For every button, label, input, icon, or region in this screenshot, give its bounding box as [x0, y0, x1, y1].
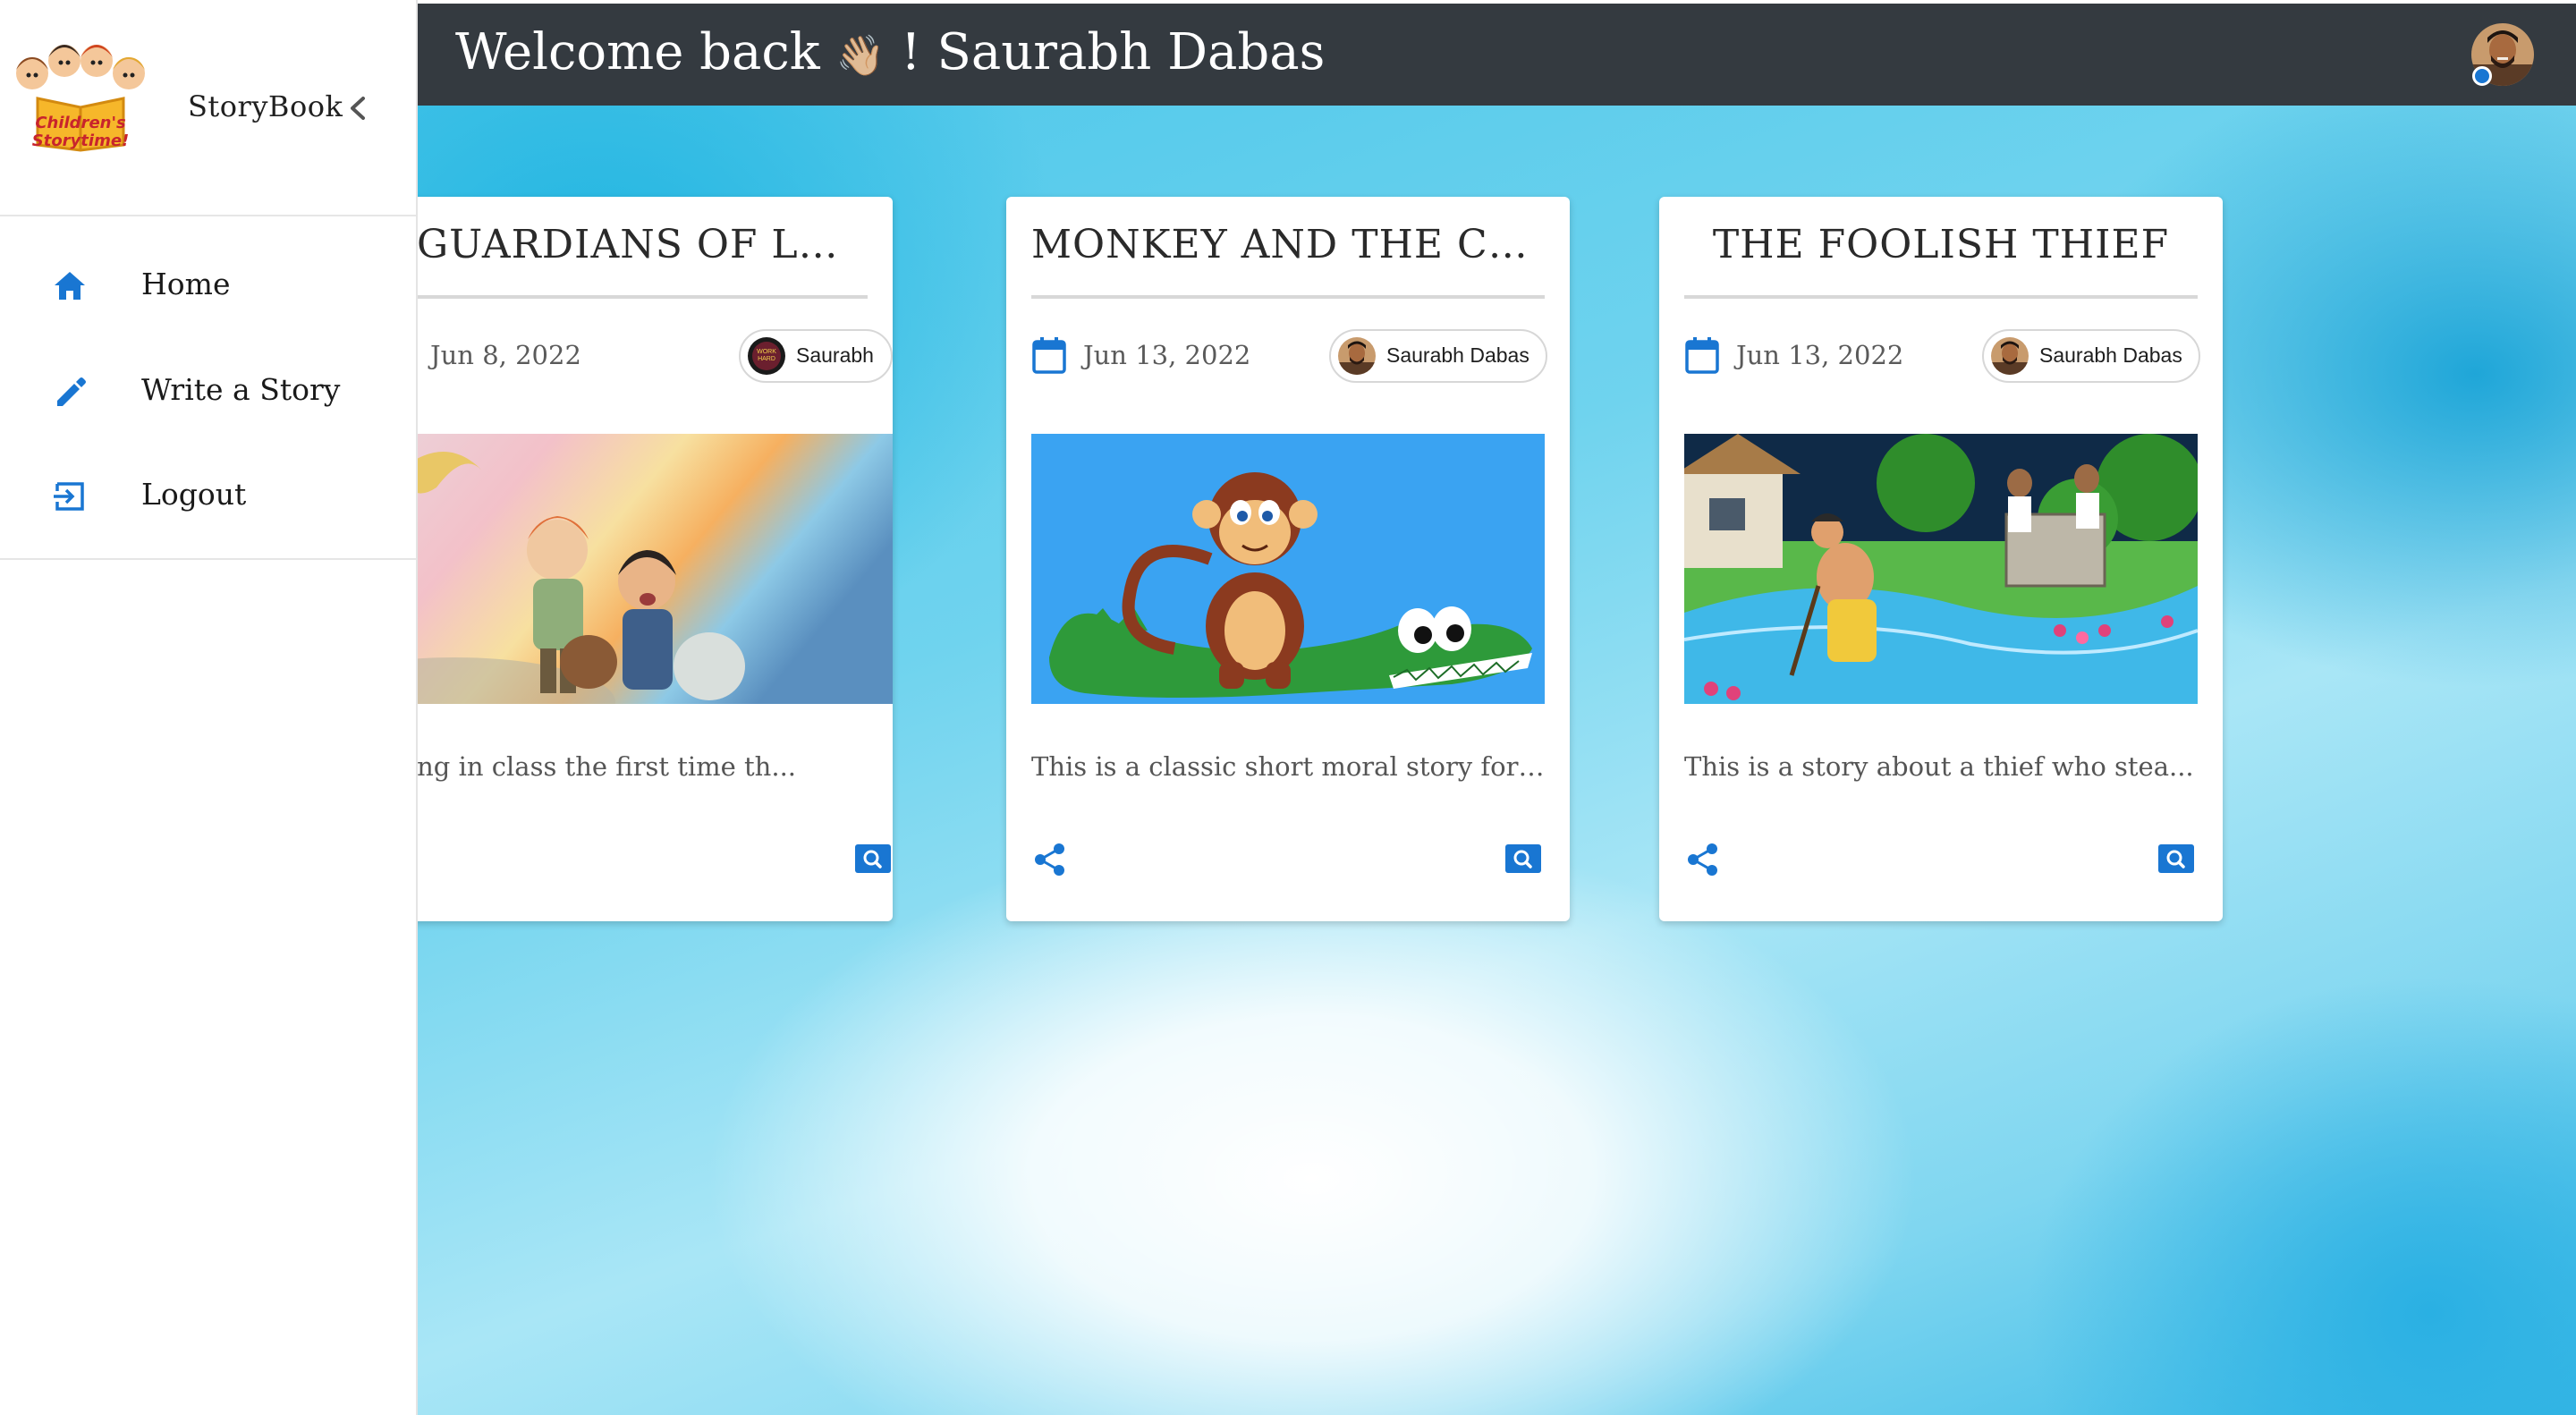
story-cover-image	[1031, 434, 1545, 704]
svg-text:WORK: WORK	[757, 349, 776, 355]
home-icon	[52, 268, 88, 304]
author-avatar	[1991, 337, 2029, 375]
welcome-separator: !	[901, 23, 921, 81]
brand-name: StoryBook	[188, 89, 343, 123]
view-story-button[interactable]	[855, 844, 891, 873]
story-card: MONKEY AND THE CRO... Jun 13, 2022 Saura…	[1006, 197, 1570, 921]
top-app-bar: Welcome back 👋🏼 ! Saurabh Dabas	[418, 4, 2576, 106]
view-story-button[interactable]	[1505, 844, 1541, 873]
story-excerpt: This is a story about a thief who stea..…	[1684, 751, 2194, 782]
sidebar-item-label: Write a Story	[141, 372, 341, 407]
user-name: Saurabh Dabas	[936, 23, 1326, 81]
logo-caption: Children's Storytime!	[9, 114, 152, 150]
calendar-icon	[1684, 335, 1720, 375]
title-divider	[1031, 295, 1545, 299]
story-title: GUARDIANS OF LORE	[417, 222, 868, 267]
sidebar-item-write-story[interactable]: Write a Story	[0, 340, 416, 438]
welcome-prefix: Welcome back	[455, 23, 820, 81]
author-name: Saurabh	[796, 343, 874, 367]
calendar-icon	[1031, 335, 1067, 375]
search-icon	[2166, 850, 2185, 868]
chevron-left-icon	[351, 97, 365, 120]
logout-icon	[52, 479, 88, 514]
sidebar-nav: Home Write a Story Logout	[0, 218, 416, 560]
title-divider	[1684, 295, 2198, 299]
author-name: Saurabh Dabas	[1386, 343, 1530, 367]
title-divider	[354, 295, 868, 299]
author-avatar	[1338, 337, 1376, 375]
share-icon[interactable]	[1684, 841, 1722, 878]
sidebar: Children's Storytime! StoryBook Home Wri…	[0, 0, 418, 1415]
author-chip[interactable]: WORK HARD Saurabh	[739, 329, 893, 383]
sidebar-item-home[interactable]: Home	[0, 234, 416, 333]
online-status-indicator	[2472, 66, 2492, 86]
author-avatar: WORK HARD	[748, 337, 785, 375]
pencil-icon	[52, 374, 88, 410]
view-story-button[interactable]	[2158, 844, 2194, 873]
story-title: MONKEY AND THE CRO...	[1031, 222, 1545, 267]
sidebar-item-label: Logout	[141, 477, 247, 512]
sidebar-item-logout[interactable]: Logout	[0, 445, 416, 543]
author-name: Saurabh Dabas	[2039, 343, 2182, 367]
search-icon	[1513, 850, 1532, 868]
wave-emoji: 👋🏼	[835, 33, 886, 79]
story-date: Jun 8, 2022	[430, 340, 581, 370]
story-title: THE FOOLISH THIEF	[1712, 222, 2170, 267]
logo-caption-line2: Storytime!	[31, 131, 130, 150]
share-icon[interactable]	[1031, 841, 1069, 878]
author-chip[interactable]: Saurabh Dabas	[1329, 329, 1547, 383]
author-chip[interactable]: Saurabh Dabas	[1982, 329, 2200, 383]
search-icon	[863, 850, 882, 868]
story-excerpt: This is a classic short moral story for …	[1031, 751, 1545, 782]
story-date: Jun 13, 2022	[1083, 340, 1251, 370]
story-date: Jun 13, 2022	[1736, 340, 1904, 370]
logo-caption-line1: Children's	[35, 114, 126, 132]
welcome-message: Welcome back 👋🏼 ! Saurabh Dabas	[455, 23, 1325, 81]
sidebar-item-label: Home	[141, 267, 231, 301]
sidebar-header: Children's Storytime! StoryBook	[0, 0, 416, 216]
story-card: THE FOOLISH THIEF Jun 13, 2022 Saurabh D…	[1659, 197, 2223, 921]
story-cover-image	[1684, 434, 2198, 704]
collapse-sidebar-button[interactable]	[343, 91, 372, 125]
svg-text:HARD: HARD	[758, 356, 775, 362]
